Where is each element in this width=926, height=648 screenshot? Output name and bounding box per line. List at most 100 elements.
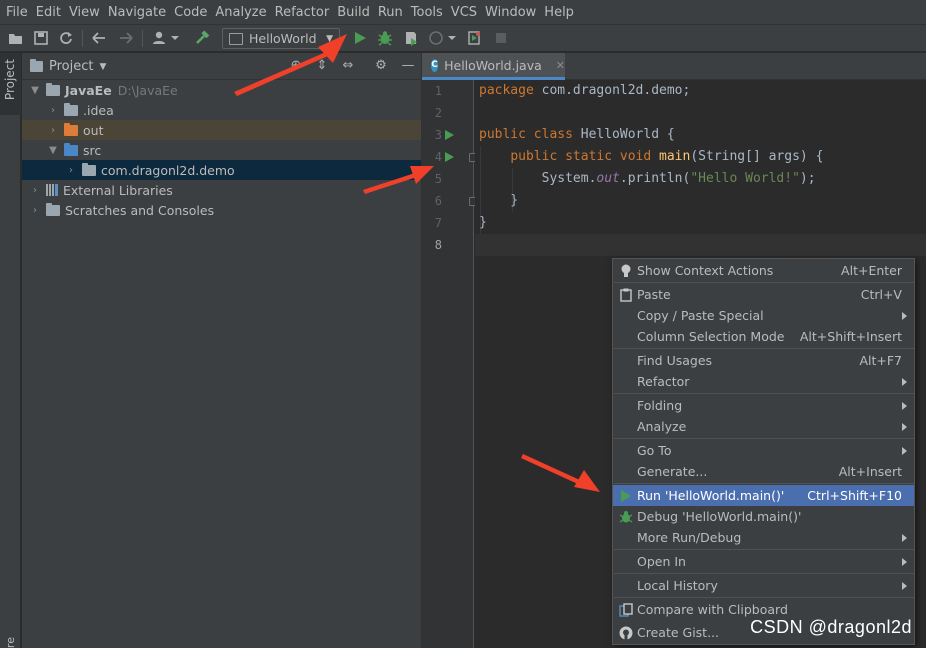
chevron-right-icon[interactable]: › xyxy=(46,105,60,116)
tree-item-scratches[interactable]: › Scratches and Consoles xyxy=(22,200,421,220)
menu-item-paste[interactable]: Paste Ctrl+V xyxy=(613,284,914,305)
project-view-selector[interactable]: Project ▼ xyxy=(30,59,106,74)
project-tool-window-tab[interactable]: Project xyxy=(0,53,21,115)
menu-item-folding[interactable]: Folding xyxy=(613,395,914,416)
menu-item-find-usages[interactable]: Find Usages Alt+F7 xyxy=(613,350,914,371)
tree-item-label: External Libraries xyxy=(63,182,173,198)
coverage-icon[interactable] xyxy=(401,28,421,48)
project-folder-icon xyxy=(30,59,43,72)
package-icon xyxy=(82,162,96,176)
submenu-arrow-icon xyxy=(902,401,907,410)
tree-item-external-libraries[interactable]: › External Libraries xyxy=(22,180,421,200)
debug-icon[interactable] xyxy=(375,28,395,48)
project-panel: Project ▼ ⊕ ⇕ ⇔ ⚙ — ▼ JavaEe D:\JavaEe ›… xyxy=(22,53,421,648)
submenu-arrow-icon xyxy=(902,422,907,431)
menu-file[interactable]: File xyxy=(2,0,32,25)
menu-item-more-run-debug[interactable]: More Run/Debug xyxy=(613,527,914,548)
close-icon[interactable]: ✕ xyxy=(556,59,565,72)
back-icon[interactable] xyxy=(89,28,109,48)
tree-item-package[interactable]: › com.dragonl2d.demo xyxy=(22,160,421,180)
hide-panel-icon[interactable]: — xyxy=(400,58,416,74)
menu-separator xyxy=(614,549,914,550)
chevron-right-icon[interactable]: › xyxy=(46,125,60,136)
tree-item-label: out xyxy=(83,122,104,138)
menu-separator xyxy=(614,438,914,439)
source-folder-icon xyxy=(64,142,78,156)
chevron-right-icon[interactable]: › xyxy=(64,165,78,176)
tree-item-label: .idea xyxy=(83,102,114,118)
menu-item-run-helloworld-main[interactable]: Run 'HelloWorld.main()' Ctrl+Shift+F10 xyxy=(613,485,914,506)
collapse-all-icon[interactable]: ⇔ xyxy=(340,58,356,74)
scratches-icon xyxy=(46,202,60,216)
menu-item-analyze[interactable]: Analyze xyxy=(613,416,914,437)
code-line-4: public static void main(String[] args) { xyxy=(510,149,824,164)
tree-item-label: Scratches and Consoles xyxy=(65,202,215,218)
run-gutter-icon[interactable] xyxy=(445,152,454,162)
line-number: 7 xyxy=(434,216,442,230)
chevron-down-icon[interactable]: ▼ xyxy=(28,85,42,96)
chevron-right-icon[interactable]: › xyxy=(28,185,42,196)
toolbar-separator xyxy=(142,30,143,47)
menu-tools[interactable]: Tools xyxy=(407,0,447,25)
folder-icon xyxy=(64,102,78,116)
menu-item-debug-helloworld-main[interactable]: Debug 'HelloWorld.main()' xyxy=(613,506,914,527)
menu-help[interactable]: Help xyxy=(540,0,578,25)
menu-item-go-to[interactable]: Go To xyxy=(613,440,914,461)
project-panel-header: Project ▼ ⊕ ⇕ ⇔ ⚙ — xyxy=(22,53,421,80)
gear-icon[interactable]: ⚙ xyxy=(373,58,389,74)
editor-gutter: 1 2 3 4 5 6 7 8 xyxy=(421,80,477,648)
menu-item-local-history[interactable]: Local History xyxy=(613,575,914,596)
open-icon[interactable] xyxy=(6,28,26,48)
tree-item-label: JavaEe xyxy=(65,82,112,98)
toolbar-separator xyxy=(82,30,83,47)
save-icon[interactable] xyxy=(31,28,51,48)
sync-icon[interactable] xyxy=(56,28,76,48)
menu-code[interactable]: Code xyxy=(170,0,211,25)
compare-icon xyxy=(619,602,633,617)
left-tool-window-stripe: Project re xyxy=(0,53,21,648)
tree-item-out[interactable]: › out xyxy=(22,120,421,140)
tree-item-javaee[interactable]: ▼ JavaEe D:\JavaEe xyxy=(22,80,421,100)
menu-item-copy-paste-special[interactable]: Copy / Paste Special xyxy=(613,305,914,326)
run-gutter-icon[interactable] xyxy=(445,130,454,140)
attach-icon[interactable] xyxy=(464,28,484,48)
menu-run[interactable]: Run xyxy=(374,0,407,25)
menu-item-open-in[interactable]: Open In xyxy=(613,551,914,572)
menu-item-generate[interactable]: Generate... Alt+Insert xyxy=(613,461,914,482)
forward-icon[interactable] xyxy=(116,28,136,48)
chevron-right-icon[interactable]: › xyxy=(28,205,42,216)
github-icon xyxy=(619,626,633,640)
menu-analyze[interactable]: Analyze xyxy=(211,0,270,25)
main-toolbar: HelloWorld ▼ xyxy=(0,25,926,52)
menu-item-refactor[interactable]: Refactor xyxy=(613,371,914,392)
menu-item-show-context-actions[interactable]: Show Context Actions Alt+Enter xyxy=(613,260,914,281)
submenu-arrow-icon xyxy=(902,533,907,542)
expand-all-icon[interactable]: ⇕ xyxy=(314,58,330,74)
tree-item-idea[interactable]: › .idea xyxy=(22,100,421,120)
excluded-folder-icon xyxy=(64,122,78,136)
stop-icon[interactable] xyxy=(491,28,511,48)
submenu-arrow-icon xyxy=(902,581,907,590)
project-panel-title: Project xyxy=(49,59,94,74)
menu-refactor[interactable]: Refactor xyxy=(271,0,334,25)
vcs-user-icon[interactable] xyxy=(150,28,180,48)
project-tab-label: Project xyxy=(3,59,17,101)
tab-helloworld-java[interactable]: C HelloWorld.java ✕ xyxy=(422,53,565,80)
menu-window[interactable]: Window xyxy=(481,0,540,25)
menu-view[interactable]: View xyxy=(65,0,104,25)
run-icon[interactable] xyxy=(350,28,370,48)
menu-build[interactable]: Build xyxy=(333,0,374,25)
build-icon[interactable] xyxy=(192,28,212,48)
menu-navigate[interactable]: Navigate xyxy=(104,0,170,25)
run-configuration-selector[interactable]: HelloWorld ▼ xyxy=(222,28,340,49)
tree-item-src[interactable]: ▼ src xyxy=(22,140,421,160)
menu-edit[interactable]: Edit xyxy=(32,0,65,25)
menu-vcs[interactable]: VCS xyxy=(447,0,481,25)
chevron-down-icon: ▼ xyxy=(326,33,333,44)
locate-icon[interactable]: ⊕ xyxy=(288,58,304,74)
menu-item-column-selection-mode[interactable]: Column Selection Mode Alt+Shift+Insert xyxy=(613,326,914,347)
line-number: 8 xyxy=(434,238,442,252)
profile-icon[interactable] xyxy=(427,28,457,48)
chevron-down-icon[interactable]: ▼ xyxy=(46,145,60,156)
bottom-stripe-tab-label[interactable]: re xyxy=(4,637,17,648)
